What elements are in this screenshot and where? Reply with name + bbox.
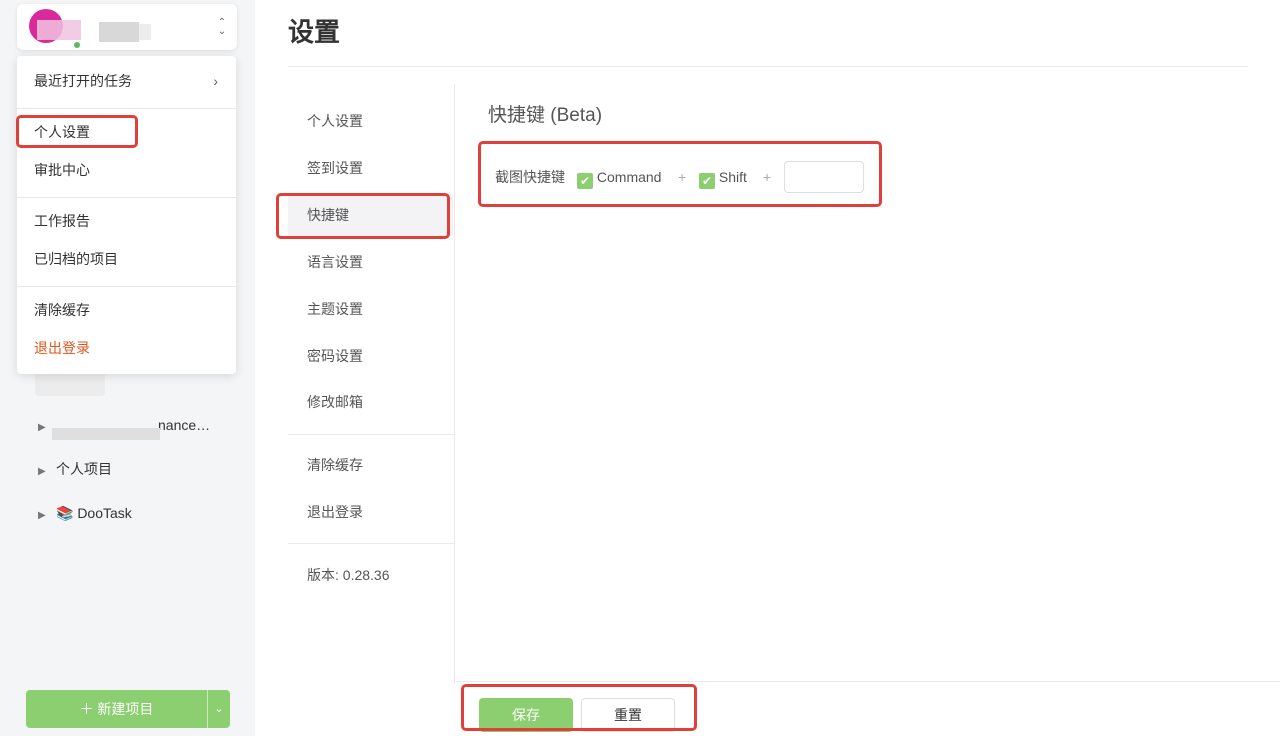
version-text: 版本: 0.28.36 — [307, 567, 390, 583]
settings-menu-language[interactable]: 语言设置 — [288, 241, 453, 283]
checkmark-icon: ✔ — [699, 173, 715, 189]
section-title: 快捷键 (Beta) — [488, 105, 603, 126]
caret-right-icon: ▶ — [38, 466, 46, 477]
divider — [288, 434, 454, 435]
save-button[interactable]: 保存 — [479, 698, 573, 732]
project-item-dootask[interactable]: ▶ 📚 DooTask — [38, 502, 132, 524]
settings-menu-personal[interactable]: 个人设置 — [288, 100, 453, 142]
divider — [288, 543, 454, 544]
new-project-menu-button[interactable]: ⌄ — [207, 690, 230, 728]
divider — [288, 66, 1248, 67]
command-checkbox-label: Command — [596, 169, 662, 185]
app-window: ⌃ ⌄ ▶ nance… ▶ 个人项目 ▶ 📚 DooTask ＋ 新建项目 ⌄ 最近打… — [0, 0, 1280, 736]
reset-button[interactable]: 重置 — [581, 698, 675, 732]
project-label: nance… — [158, 417, 211, 433]
shortcut-label: 截图快捷键 — [495, 169, 565, 185]
plus-separator: + — [763, 169, 772, 185]
divider — [17, 286, 236, 287]
settings-menu-password[interactable]: 密码设置 — [288, 335, 453, 377]
new-project-button[interactable]: ＋ 新建项目 — [26, 690, 207, 728]
plus-separator: + — [678, 169, 687, 185]
shift-checkbox-label: Shift — [718, 169, 747, 185]
menu-item-logout[interactable]: 退出登录 — [17, 330, 236, 366]
divider — [455, 681, 1280, 682]
online-status-dot — [73, 41, 81, 49]
settings-menu-clear-cache[interactable]: 清除缓存 — [288, 444, 453, 486]
user-switcher[interactable]: ⌃ ⌄ — [17, 4, 237, 50]
menu-item-archived-projects[interactable]: 已归档的项目 — [17, 241, 236, 277]
checkmark-icon: ✔ — [577, 173, 593, 189]
command-checkbox[interactable]: ✔ Command — [577, 161, 661, 193]
redacted-area — [37, 20, 81, 40]
settings-menu-theme[interactable]: 主题设置 — [288, 288, 453, 330]
menu-item-recent-tasks[interactable]: 最近打开的任务 › — [17, 63, 236, 99]
menu-item-personal-settings[interactable]: 个人设置 — [17, 114, 236, 150]
menu-item-label: 最近打开的任务 — [34, 73, 132, 89]
settings-menu-shortcuts[interactable]: 快捷键 — [288, 194, 453, 236]
caret-right-icon: ▶ — [38, 510, 46, 521]
divider — [17, 108, 236, 109]
chevron-updown-icon: ⌃ ⌄ — [217, 17, 227, 37]
vertical-divider — [454, 84, 455, 684]
page-title: 设置 — [288, 17, 341, 47]
shift-checkbox[interactable]: ✔ Shift — [699, 161, 747, 193]
redacted-username — [99, 22, 139, 42]
menu-item-clear-cache[interactable]: 清除缓存 — [17, 292, 236, 328]
divider — [17, 197, 236, 198]
project-item-personal[interactable]: ▶ 个人项目 — [38, 458, 112, 480]
shortcut-key-input[interactable] — [784, 161, 864, 193]
settings-menu-checkin[interactable]: 签到设置 — [288, 147, 453, 189]
redacted-area — [139, 24, 151, 40]
menu-item-work-report[interactable]: 工作报告 — [17, 203, 236, 239]
project-label: 个人项目 — [56, 461, 112, 477]
menu-item-approval-center[interactable]: 审批中心 — [17, 152, 236, 188]
chevron-down-icon: ⌄ — [214, 703, 224, 715]
redacted-project-name — [52, 428, 160, 440]
chevron-right-icon: › — [213, 73, 218, 89]
project-label: 📚 DooTask — [56, 505, 132, 521]
user-dropdown-menu: 最近打开的任务 › 个人设置 审批中心 工作报告 已归档的项目 清除缓存 退出登… — [17, 56, 236, 374]
settings-menu-logout[interactable]: 退出登录 — [288, 491, 453, 533]
settings-menu-email[interactable]: 修改邮箱 — [288, 381, 453, 423]
